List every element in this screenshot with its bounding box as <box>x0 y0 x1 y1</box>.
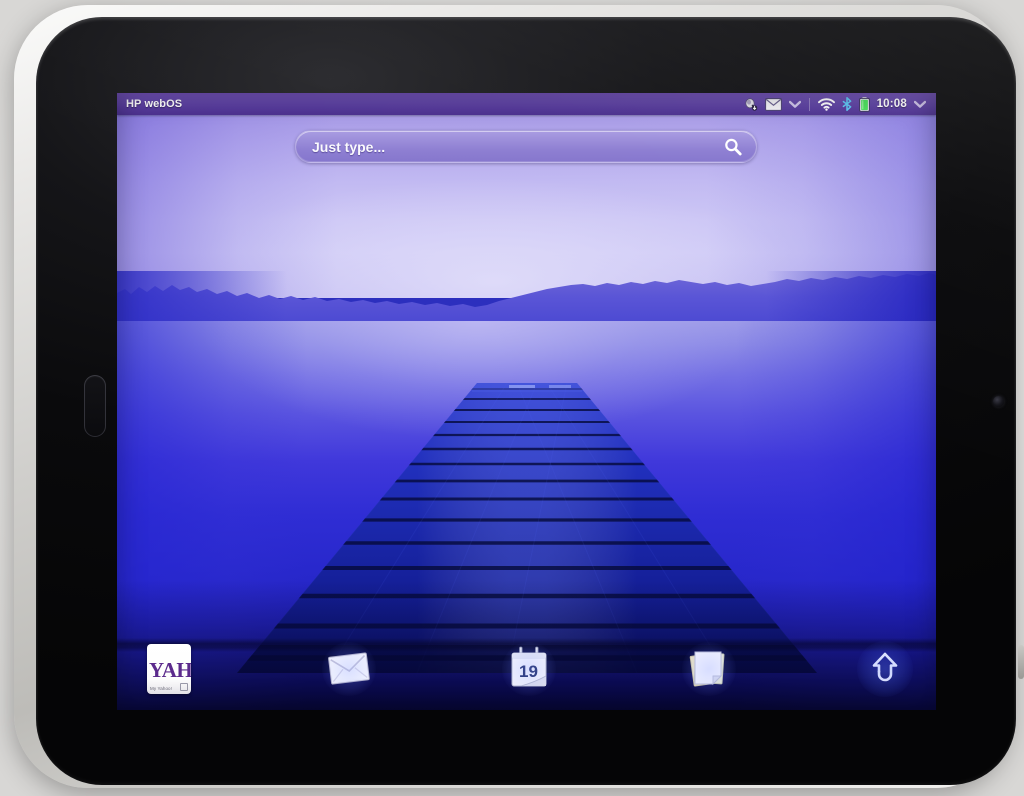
tablet-screen: HP webOS 10:08 Just type... YAH My Yahoo… <box>117 93 936 710</box>
bluetooth-icon[interactable] <box>842 93 852 115</box>
wallpaper <box>117 93 936 710</box>
photo-background: HP webOS 10:08 Just type... YAH My Yahoo… <box>0 0 1024 796</box>
dock-item-launcher[interactable] <box>857 641 913 697</box>
yahoo-wordmark: YAH <box>149 658 191 682</box>
launcher-glow <box>857 641 913 697</box>
tablet-outer-shell: HP webOS 10:08 Just type... YAH My Yahoo… <box>14 5 1024 788</box>
power-button[interactable] <box>1018 645 1024 679</box>
yahoo-subtitle: My Yahoo! <box>150 686 172 691</box>
dock-item-email[interactable] <box>322 642 376 696</box>
status-bar-separator <box>808 97 810 111</box>
icon-glow <box>682 642 736 696</box>
front-camera-icon <box>993 396 1004 407</box>
dock: YAH My Yahoo! <box>117 626 936 710</box>
email-notification-icon[interactable] <box>764 93 782 115</box>
chevron-down-icon[interactable] <box>788 93 801 115</box>
wallpaper-sky-right-shade <box>706 93 936 298</box>
search-icon[interactable] <box>723 137 743 157</box>
wallpaper-sky-left-shade <box>117 93 337 298</box>
just-type-search-bar[interactable]: Just type... <box>295 130 757 163</box>
os-title: HP webOS <box>126 98 183 110</box>
status-bar[interactable]: HP webOS 10:08 <box>117 93 936 115</box>
dock-item-calendar[interactable]: 19 <box>502 642 556 696</box>
dock-item-yahoo[interactable]: YAH My Yahoo! <box>144 644 194 694</box>
search-input[interactable]: Just type... <box>312 139 385 155</box>
wifi-icon[interactable] <box>817 93 835 115</box>
status-bar-icons: 10:08 <box>743 93 936 115</box>
icon-glow <box>502 642 556 696</box>
notification-sync-icon[interactable] <box>743 93 758 115</box>
yahoo-icon: YAH My Yahoo! <box>147 644 191 694</box>
wallpaper-treeline <box>117 271 936 327</box>
chevron-down-icon[interactable] <box>914 93 926 115</box>
battery-icon[interactable] <box>858 93 870 115</box>
yahoo-corner-badge <box>180 683 188 691</box>
dock-item-memos[interactable] <box>682 642 736 696</box>
icon-glow <box>322 642 376 696</box>
clock-time[interactable]: 10:08 <box>877 98 907 110</box>
home-button[interactable] <box>84 375 106 437</box>
